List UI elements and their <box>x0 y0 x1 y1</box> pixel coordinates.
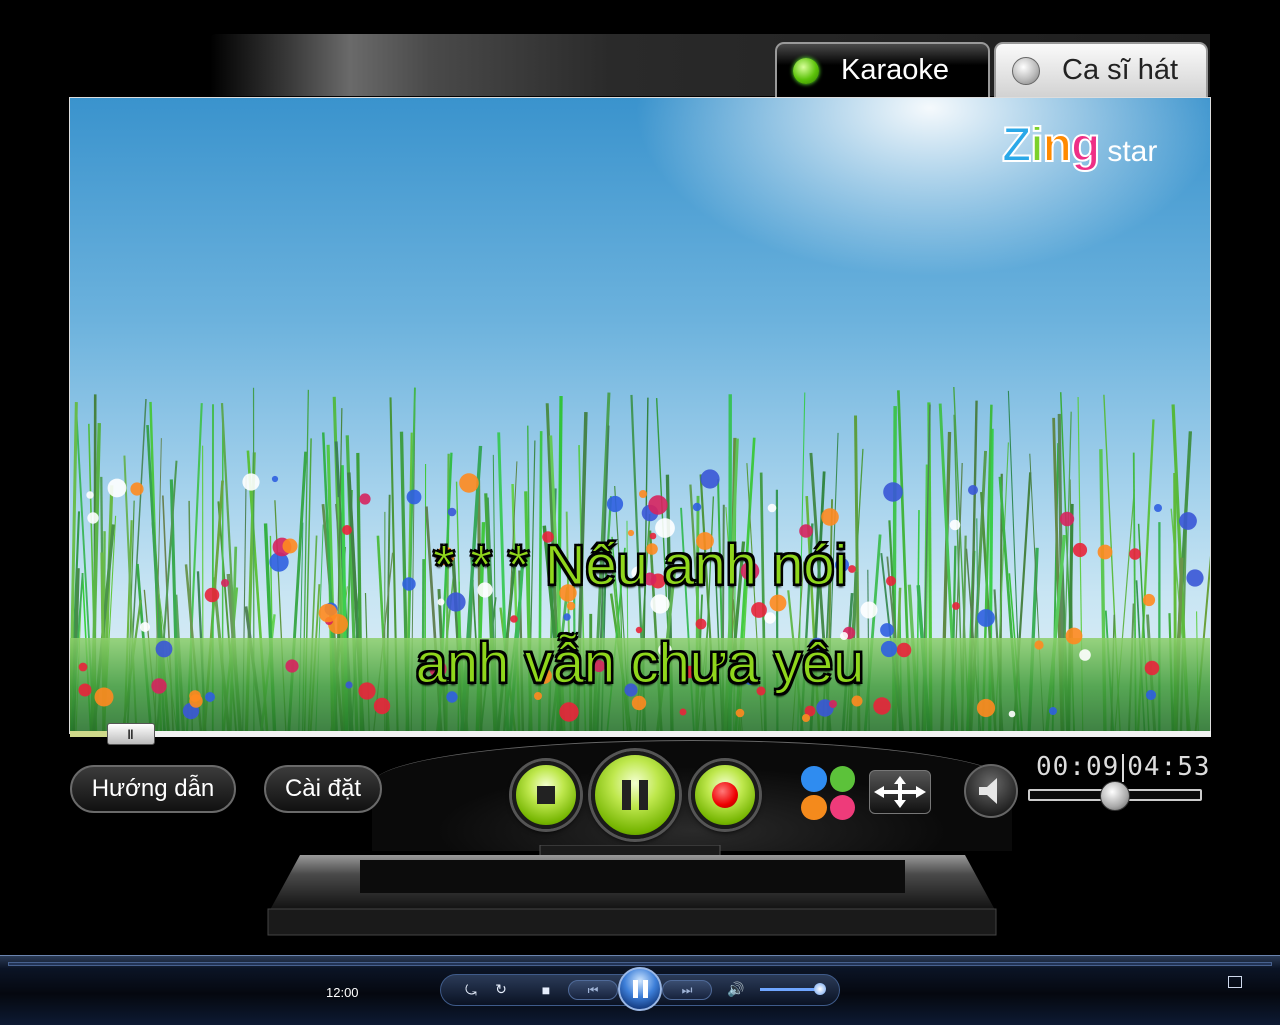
pink-dot-icon <box>829 794 855 820</box>
song-progress-fill <box>70 731 107 737</box>
tv-stand <box>267 845 997 936</box>
time-separator <box>1122 753 1125 782</box>
media-player-seek-bar[interactable] <box>8 962 1272 966</box>
tab-ca-si-hat-label: Ca sĩ hát <box>1062 54 1179 86</box>
tab-ca-si-hat[interactable]: Ca sĩ hát <box>994 42 1208 97</box>
color-theme-button[interactable] <box>801 766 855 820</box>
green-dot-icon <box>829 766 855 792</box>
record-button[interactable] <box>691 761 759 829</box>
media-player-time: 12:00 <box>326 985 359 1000</box>
record-icon <box>712 782 738 808</box>
switch-to-now-playing-icon[interactable] <box>1228 976 1242 988</box>
tab-karaoke[interactable]: Karaoke <box>775 42 990 97</box>
previous-icon: ⏮ <box>587 982 599 997</box>
volume-slider-thumb[interactable] <box>1100 781 1130 811</box>
stop-icon <box>537 786 555 804</box>
zing-logo-word: Zing <box>1001 118 1101 173</box>
stop-button[interactable] <box>512 761 580 829</box>
karaoke-video-screen[interactable]: Zing star * * * Nếu anh nói anh vẫn chưa… <box>69 97 1211 734</box>
volume-button[interactable] <box>964 764 1018 818</box>
zing-logo-suffix: star <box>1107 135 1158 168</box>
fullscreen-button[interactable] <box>869 770 931 814</box>
zing-star-logo: Zing star <box>1001 118 1158 173</box>
lyric-line-1: * * * Nếu anh nói <box>432 533 848 597</box>
song-progress-track[interactable] <box>70 731 1211 737</box>
speaker-icon <box>979 778 997 804</box>
green-led-icon <box>793 57 819 84</box>
orange-dot-icon <box>801 794 827 820</box>
lyric-line-2: anh vẫn chưa yêu <box>415 631 865 695</box>
blue-dot-icon <box>801 766 827 792</box>
move-arrows-icon <box>874 776 926 808</box>
next-button[interactable]: ⏭ <box>662 980 712 1000</box>
pause-icon <box>632 980 648 998</box>
time-readout: 00:09 04:53 <box>1036 752 1211 782</box>
media-player-volume-slider[interactable] <box>760 988 820 991</box>
grip-icon: ‖ <box>127 726 134 742</box>
pause-icon <box>622 780 648 810</box>
media-player-pause-button[interactable] <box>618 967 662 1011</box>
shuffle-icon[interactable]: ⤿ <box>462 982 480 999</box>
settings-button[interactable]: Cài đặt <box>264 765 382 813</box>
elapsed-time: 00:09 <box>1036 752 1120 782</box>
repeat-icon[interactable]: ↻ <box>492 981 510 998</box>
pause-button[interactable] <box>591 751 679 839</box>
media-player-volume-thumb[interactable] <box>814 983 826 995</box>
guide-button[interactable]: Hướng dẫn <box>70 765 236 813</box>
tab-karaoke-label: Karaoke <box>841 54 950 86</box>
next-icon: ⏭ <box>681 982 693 997</box>
song-progress-thumb[interactable]: ‖ <box>106 723 155 745</box>
total-time: 04:53 <box>1127 752 1211 782</box>
stop-icon[interactable]: ■ <box>538 982 554 998</box>
media-player-speaker-icon[interactable]: 🔊 <box>726 981 746 998</box>
previous-button[interactable]: ⏮ <box>568 980 618 1000</box>
grey-led-icon <box>1012 56 1040 85</box>
